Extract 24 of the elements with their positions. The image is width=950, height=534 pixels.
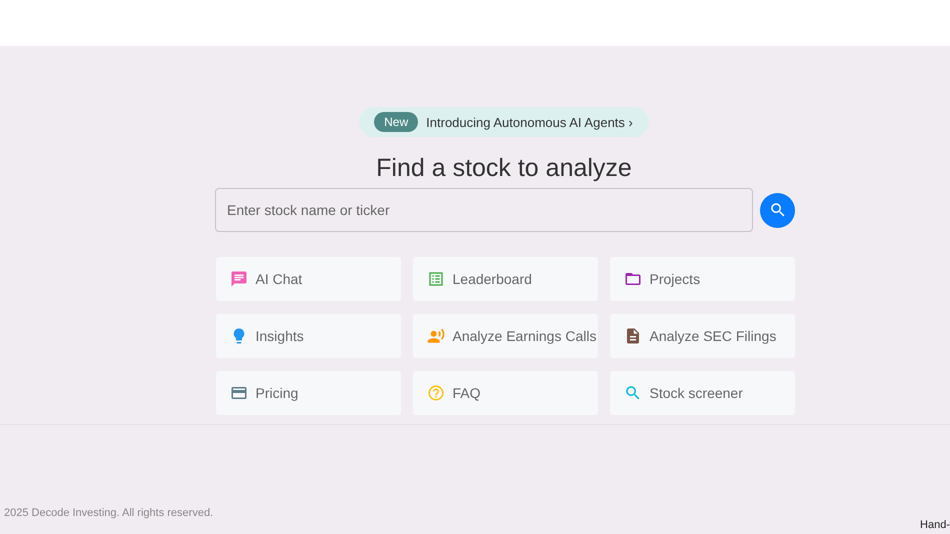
person-speaking-icon xyxy=(426,327,444,345)
shortcut-tile[interactable]: Insights xyxy=(216,314,400,358)
chat-bubble-icon xyxy=(230,270,248,288)
new-badge: New xyxy=(374,112,418,132)
shortcut-tile[interactable]: Analyze Earnings Calls xyxy=(412,314,598,358)
shortcut-tile[interactable]: FAQ xyxy=(412,371,598,415)
shortcut-tile[interactable]: Projects xyxy=(610,257,794,301)
shortcut-tile[interactable]: Pricing xyxy=(216,371,400,415)
shortcut-tile[interactable]: AI Chat xyxy=(216,257,400,301)
corner-text: Hand- xyxy=(920,519,950,531)
search-icon xyxy=(768,201,786,219)
page-heading: Find a stock to analyze xyxy=(376,153,632,183)
shortcut-tile[interactable]: Analyze SEC Filings xyxy=(610,314,794,358)
shortcut-tile[interactable]: Stock screener xyxy=(610,371,794,415)
copyright-text: 2025 Decode Investing. All rights reserved. xyxy=(4,507,214,519)
folder-icon xyxy=(624,270,642,288)
search-icon xyxy=(624,384,642,402)
credit-card-icon xyxy=(230,384,248,402)
list-sheet-icon xyxy=(426,270,444,288)
search-button[interactable] xyxy=(760,192,795,228)
announcement-text: Introducing Autonomous AI Agents › xyxy=(426,114,633,130)
announcement-link[interactable]: New Introducing Autonomous AI Agents › xyxy=(359,107,649,137)
search-field[interactable]: Enter stock name or ticker xyxy=(215,188,753,232)
shortcut-tile[interactable]: Leaderboard xyxy=(412,257,598,301)
